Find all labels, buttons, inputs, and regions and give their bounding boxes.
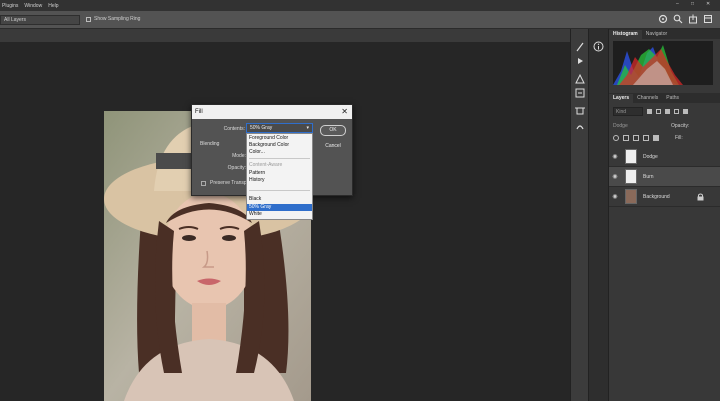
dropdown-separator [249, 190, 310, 191]
type-filter-icon[interactable] [665, 109, 670, 114]
chevron-down-icon: ▾ [306, 125, 309, 131]
opacity-label: Opacity: [227, 165, 246, 171]
panel-tool-strip [570, 29, 588, 401]
contents-label: Contents: [223, 126, 245, 132]
option-content-aware: Content-Aware [249, 162, 283, 168]
play-icon[interactable] [574, 56, 586, 66]
tab-navigator[interactable]: Navigator [642, 30, 671, 39]
preserve-transparency-checkbox[interactable] [201, 181, 206, 186]
tab-layers[interactable]: Layers [609, 94, 634, 103]
document-tab-bar [0, 29, 570, 42]
layer-row-burn[interactable]: ◉ Burn [609, 167, 720, 187]
layer-name: Dodge [643, 153, 658, 160]
lock-transparency-icon[interactable] [613, 135, 619, 141]
layer-kind-filter[interactable]: Kind [613, 107, 643, 116]
menu-window[interactable]: Window [24, 3, 42, 9]
show-sampling-ring-label: Show Sampling Ring [94, 16, 141, 22]
layer-name: Background [643, 193, 670, 200]
brush-tool-icon[interactable] [574, 42, 586, 52]
blending-label: Blending [200, 141, 220, 147]
lock-icons [613, 135, 659, 141]
option-history[interactable]: History [247, 177, 312, 184]
minimize-button[interactable]: – [676, 1, 679, 7]
pixel-filter-icon[interactable] [647, 109, 652, 114]
contents-select-value: 50% Gray [250, 125, 273, 131]
layer-thumbnail [625, 169, 637, 184]
dropdown-separator [249, 158, 310, 159]
info-icon[interactable] [593, 41, 604, 54]
menu-help[interactable]: Help [48, 3, 58, 9]
layer-row-background[interactable]: ◉ Background [609, 187, 720, 207]
dialog-title: Fill [192, 105, 352, 119]
lock-pixels-icon[interactable] [623, 135, 629, 141]
option-color[interactable]: Color... [247, 149, 312, 156]
menu-bar: Plugins Window Help – □ ✕ [0, 0, 720, 11]
histogram-tabs: Histogram Navigator [609, 29, 720, 39]
view-icon[interactable] [702, 14, 713, 25]
show-sampling-ring-checkbox[interactable]: Show Sampling Ring [86, 16, 140, 22]
transform-icon[interactable] [574, 106, 586, 116]
share-icon[interactable] [687, 14, 698, 25]
layer-name: Burn [643, 173, 654, 180]
histogram [613, 41, 713, 85]
shape-filter-icon[interactable] [674, 109, 679, 114]
cloud-icon[interactable] [657, 14, 668, 25]
option-background-color[interactable]: Background Color [247, 142, 312, 149]
properties-icon[interactable] [574, 88, 586, 98]
tab-paths[interactable]: Paths [662, 94, 683, 103]
restore-button[interactable]: □ [691, 1, 694, 7]
visibility-eye-icon[interactable]: ◉ [609, 153, 621, 160]
lock-icon [697, 193, 704, 203]
checkbox-box[interactable] [86, 16, 91, 22]
smart-filter-icon[interactable] [683, 109, 688, 114]
option-white[interactable]: White [247, 211, 312, 218]
layer-thumbnail [625, 149, 637, 164]
tab-histogram[interactable]: Histogram [609, 30, 642, 39]
layer-row-dodge[interactable]: ◉ Dodge [609, 147, 720, 167]
fill-label: Fill: [675, 135, 683, 141]
visibility-eye-icon[interactable]: ◉ [609, 173, 621, 180]
cancel-button[interactable]: Cancel [320, 141, 346, 152]
hand-icon[interactable] [574, 120, 586, 130]
mode-label: Mode: [232, 153, 246, 159]
option-50-gray[interactable]: 50% Gray [247, 204, 312, 211]
dialog-close-button[interactable]: ✕ [341, 105, 348, 119]
adjustment-filter-icon[interactable] [656, 109, 661, 114]
option-black[interactable]: Black [247, 196, 312, 203]
option-foreground-color[interactable]: Foreground Color [247, 135, 312, 142]
adjust-icon[interactable] [574, 73, 586, 84]
right-panel: Histogram Navigator Layers Channels Path… [608, 29, 720, 401]
contents-dropdown: Foreground Color Background Color Color.… [246, 133, 313, 220]
option-pattern[interactable]: Pattern [247, 170, 312, 177]
ok-button[interactable]: OK [320, 125, 346, 136]
menu-plugins[interactable]: Plugins [2, 3, 18, 9]
visibility-eye-icon[interactable]: ◉ [609, 193, 621, 200]
contents-select[interactable]: 50% Gray ▾ [246, 123, 313, 133]
sample-layers-select[interactable]: All Layers [0, 15, 80, 25]
lock-artboard-icon[interactable] [643, 135, 649, 141]
opacity-label: Opacity: [671, 123, 690, 129]
blend-mode-select[interactable]: Dodge [613, 123, 628, 129]
layer-filter-icons [647, 109, 688, 114]
lock-position-icon[interactable] [633, 135, 639, 141]
layer-thumbnail [625, 189, 637, 204]
collapsed-panel-strip [588, 29, 608, 401]
lock-all-icon[interactable] [653, 135, 659, 141]
tab-channels[interactable]: Channels [633, 94, 662, 103]
layers-tabs: Layers Channels Paths [609, 93, 720, 103]
close-window-button[interactable]: ✕ [706, 1, 710, 7]
search-icon[interactable] [672, 14, 683, 25]
